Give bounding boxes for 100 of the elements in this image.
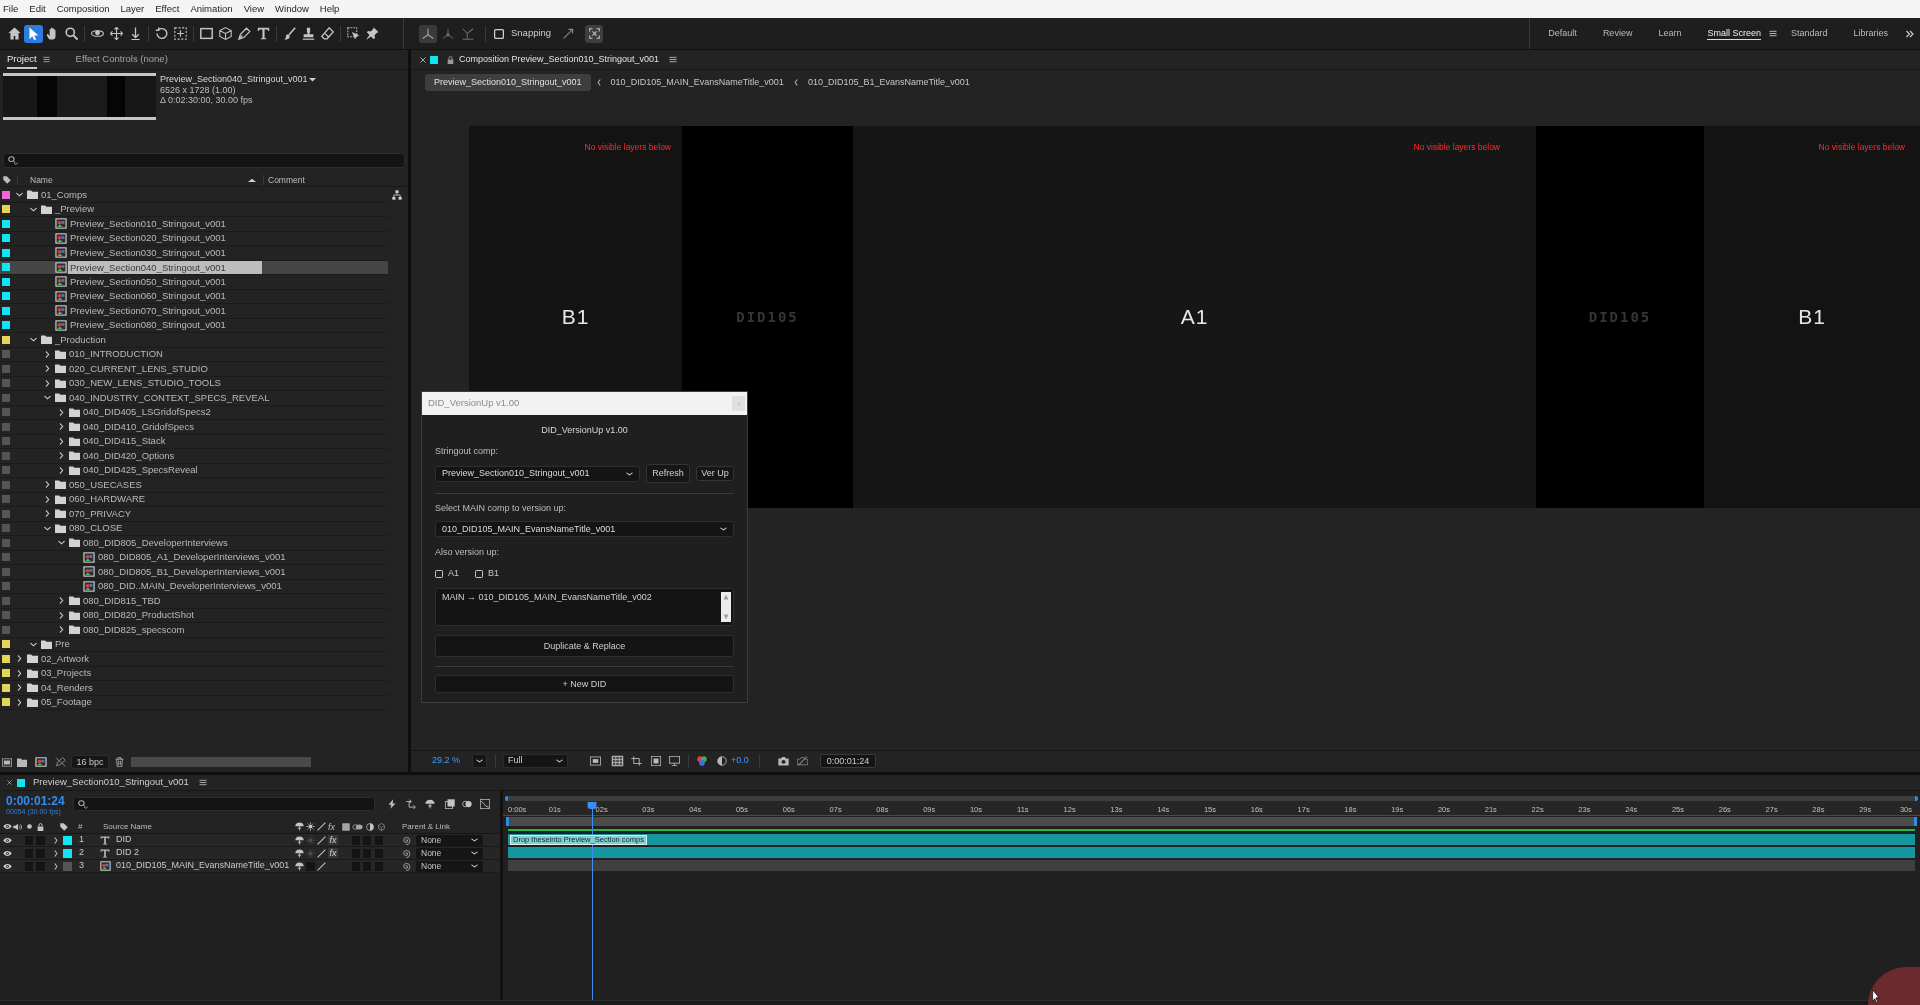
- monitor-icon[interactable]: [669, 755, 680, 766]
- menu-icon[interactable]: [1768, 30, 1777, 37]
- sort-caret-icon[interactable]: [248, 177, 256, 183]
- chevron-icon[interactable]: [59, 626, 64, 634]
- graph-editor-icon[interactable]: [480, 799, 490, 809]
- project-item[interactable]: _Production: [0, 333, 388, 348]
- project-item[interactable]: _Preview: [0, 202, 388, 217]
- horizontal-scrollbar[interactable]: [131, 757, 311, 767]
- snap-option-button[interactable]: [585, 24, 604, 43]
- project-item[interactable]: 01_Comps: [0, 188, 388, 203]
- panel-tab[interactable]: Composition Preview_Section010_Stringout_v001: [459, 52, 660, 67]
- current-time[interactable]: 0:00:01:24: [6, 795, 73, 807]
- shy-icon[interactable]: [295, 822, 304, 831]
- chevron-icon[interactable]: [59, 597, 64, 605]
- chevron-icon[interactable]: [45, 379, 50, 387]
- breadcrumb-tab[interactable]: Preview_Section010_Stringout_v001: [425, 74, 591, 91]
- dialog-button[interactable]: Ver Up: [696, 466, 734, 481]
- column-header[interactable]: Parent & Link: [402, 820, 451, 833]
- close-icon[interactable]: [7, 780, 12, 785]
- chevron-icon[interactable]: [17, 698, 22, 706]
- column-header[interactable]: Source Name: [103, 820, 293, 833]
- project-item[interactable]: 080_DID805_B1_DeveloperInterviews_v001: [0, 565, 388, 580]
- more-icon[interactable]: [1906, 29, 1914, 38]
- pen-slash-icon[interactable]: [55, 757, 66, 767]
- grid-icon[interactable]: [611, 754, 624, 767]
- draft-bolt-icon[interactable]: [387, 799, 397, 809]
- stacked-squares-icon[interactable]: [445, 799, 455, 809]
- folder-icon[interactable]: [17, 757, 27, 767]
- checkbox[interactable]: [435, 569, 443, 578]
- panel-tab[interactable]: Project: [7, 50, 37, 69]
- menu-item[interactable]: View: [243, 4, 265, 14]
- tag-icon[interactable]: [3, 176, 11, 184]
- project-item[interactable]: 080_DID805_A1_DeveloperInterviews_v001: [0, 550, 388, 565]
- project-item[interactable]: 040_DID420_Options: [0, 449, 388, 464]
- eye-icon[interactable]: [3, 862, 12, 870]
- menu-item[interactable]: Window: [275, 4, 309, 14]
- playhead-handle[interactable]: [587, 802, 597, 809]
- chevron-icon[interactable]: [45, 365, 50, 373]
- chevron-icon[interactable]: [59, 452, 64, 460]
- shy-icon[interactable]: [295, 835, 304, 845]
- project-item[interactable]: 080_DID805_DeveloperInterviews: [0, 536, 388, 551]
- menu-icon[interactable]: [42, 56, 50, 63]
- menu-item[interactable]: Composition: [56, 4, 110, 14]
- chevron-icon[interactable]: [30, 337, 37, 343]
- menu-item[interactable]: File: [3, 4, 19, 14]
- panel-tab[interactable]: Effect Controls (none): [75, 50, 168, 69]
- workspace-tab[interactable]: Standard: [1790, 27, 1828, 40]
- dialog-button[interactable]: + New DID: [435, 675, 734, 693]
- column-header[interactable]: Comment: [268, 173, 305, 187]
- panel-tab[interactable]: Preview_Section010_Stringout_v001: [33, 775, 189, 790]
- shy-icon[interactable]: [425, 799, 435, 809]
- pan-behind-tool[interactable]: [171, 24, 190, 43]
- menu-item[interactable]: Help: [319, 4, 340, 14]
- project-item[interactable]: 080_DID820_ProductShot: [0, 608, 388, 623]
- layer-row[interactable]: 2 DID 2 fx None: [0, 847, 500, 860]
- project-item[interactable]: 040_INDUSTRY_CONTEXT_SPECS_REVEAL: [0, 391, 388, 406]
- chevron-icon[interactable]: [30, 206, 37, 212]
- project-item[interactable]: 03_Projects: [0, 666, 388, 681]
- workspace-tab[interactable]: Small Screen: [1707, 27, 1761, 40]
- workspace-tab[interactable]: Default: [1548, 27, 1577, 40]
- layer-row[interactable]: 3 010_DID105_MAIN_EvansNameTitle_v001 None: [0, 860, 500, 873]
- chevron-icon[interactable]: [30, 641, 37, 647]
- frame-icon[interactable]: [590, 755, 601, 766]
- shape-tool[interactable]: [216, 24, 235, 43]
- menu-item[interactable]: Effect: [155, 4, 180, 14]
- dialog-button[interactable]: Duplicate & Replace: [435, 635, 734, 657]
- motion-blur-icon[interactable]: [352, 822, 363, 831]
- scrollbar[interactable]: [721, 592, 731, 622]
- project-item[interactable]: Preview_Section070_Stringout_v001: [0, 304, 388, 319]
- menu-icon[interactable]: [198, 779, 207, 786]
- chevron-icon[interactable]: [44, 395, 51, 401]
- chevron-icon[interactable]: [45, 350, 50, 358]
- project-item[interactable]: 05_Footage: [0, 695, 388, 710]
- project-item[interactable]: 080_DID..MAIN_DeveloperInterviews_v001: [0, 579, 388, 594]
- parent-dropdown[interactable]: None: [416, 860, 483, 872]
- chevron-icon[interactable]: [17, 655, 22, 663]
- chevron-icon[interactable]: [59, 466, 64, 474]
- breadcrumb-tab[interactable]: 010_DID105_B1_EvansNameTitle_v001: [803, 74, 974, 91]
- project-item[interactable]: Preview_Section010_Stringout_v001: [0, 217, 388, 232]
- zoom-tool[interactable]: [62, 24, 81, 43]
- chevron-icon[interactable]: [59, 437, 64, 445]
- tag-icon[interactable]: [60, 822, 68, 831]
- project-item[interactable]: 04_Renders: [0, 681, 388, 696]
- parent-dropdown[interactable]: None: [416, 834, 483, 846]
- exposure-value[interactable]: +0.0: [731, 753, 749, 768]
- chevron-icon[interactable]: [17, 669, 22, 677]
- project-item[interactable]: Preview_Section060_Stringout_v001: [0, 289, 388, 304]
- comp-icon[interactable]: [35, 757, 47, 767]
- flow-arrows-icon[interactable]: [406, 799, 416, 809]
- effects-switch[interactable]: fx: [328, 848, 338, 858]
- chevron-icon[interactable]: [59, 423, 64, 431]
- project-item[interactable]: 080_DID815_TBD: [0, 594, 388, 609]
- project-item[interactable]: Preview_Section030_Stringout_v001: [0, 246, 388, 261]
- sun-icon[interactable]: [306, 822, 315, 831]
- magnification-dropdown[interactable]: [472, 753, 487, 768]
- caret-icon[interactable]: [308, 76, 316, 82]
- project-item[interactable]: 040_DID415_Stack: [0, 434, 388, 449]
- chevron-icon[interactable]: [17, 684, 22, 692]
- project-item[interactable]: 010_INTRODUCTION: [0, 347, 388, 362]
- camera-slash-icon[interactable]: [796, 755, 808, 766]
